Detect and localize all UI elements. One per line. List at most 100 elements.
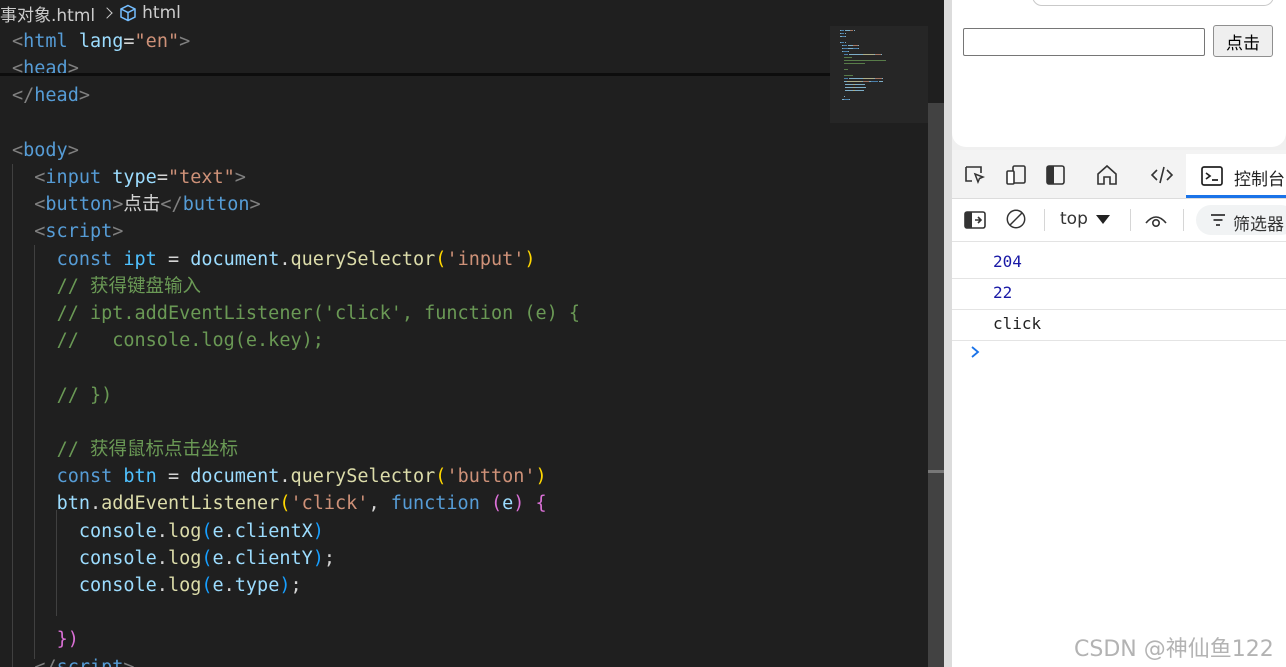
- caret-down-icon: [1095, 214, 1110, 224]
- code-line[interactable]: btn.addEventListener('click', function (…: [12, 490, 547, 517]
- code-token: .: [156, 547, 168, 569]
- code-token: .: [279, 248, 291, 270]
- tab-console-label: 控制台: [1234, 170, 1285, 190]
- code-line[interactable]: console.log(e.clientX): [12, 518, 324, 545]
- code-token: =: [156, 167, 168, 188]
- code-line[interactable]: // }): [12, 382, 113, 409]
- code-token: clientX: [234, 520, 313, 542]
- scrollbar-thumb[interactable]: [928, 103, 944, 667]
- code-token: button: [182, 194, 250, 216]
- code-token: (: [435, 466, 447, 488]
- code-line[interactable]: <body>: [12, 137, 79, 164]
- code-token: head: [34, 85, 79, 107]
- code-token: log: [167, 520, 202, 542]
- code-line[interactable]: // 获得鼠标点击坐标: [12, 436, 238, 463]
- code-line[interactable]: <script>: [12, 218, 123, 245]
- minimap-line: [858, 45, 859, 46]
- code-line[interactable]: <input type="text">: [12, 164, 246, 191]
- code-line[interactable]: const ipt = document.querySelector('inpu…: [12, 246, 536, 273]
- minimap-line: [843, 96, 846, 97]
- minimap-line: [882, 81, 884, 82]
- code-line[interactable]: // console.log(e.key);: [12, 327, 324, 354]
- breadcrumb-symbol[interactable]: html: [142, 3, 181, 23]
- indent-guide: [56, 510, 57, 616]
- page-viewport: 点击: [952, 0, 1286, 147]
- code-token: >: [179, 31, 191, 52]
- code-token: .: [89, 493, 102, 515]
- code-token: ,: [368, 493, 391, 515]
- breadcrumb: 事对象.html html: [0, 0, 830, 26]
- text-input[interactable]: [963, 28, 1205, 56]
- code-token: querySelector: [290, 248, 436, 270]
- address-bar[interactable]: [1032, 0, 1274, 6]
- code-token: >: [123, 657, 134, 667]
- code-token: .: [156, 520, 168, 542]
- code-token: .: [223, 520, 235, 542]
- code-line[interactable]: const btn = document.querySelector('butt…: [12, 463, 547, 490]
- code-token: e: [212, 575, 224, 596]
- minimap-line: [862, 54, 875, 55]
- dock-icon[interactable]: [1044, 164, 1068, 186]
- code-token: 'input': [446, 248, 525, 270]
- toolbar-separator: [1044, 209, 1045, 231]
- code-token: input: [45, 167, 102, 188]
- eye-icon[interactable]: [1144, 209, 1168, 231]
- code-line[interactable]: // ipt.addEventListener('click', functio…: [12, 300, 580, 327]
- code-token: ): [279, 575, 291, 596]
- code-token: >: [67, 139, 79, 161]
- sidebar-icon[interactable]: [963, 209, 987, 231]
- clear-icon[interactable]: [1004, 208, 1028, 230]
- inspect-icon[interactable]: [963, 164, 987, 186]
- home-icon[interactable]: [1095, 164, 1119, 186]
- code-token: querySelector: [290, 466, 436, 488]
- context-selector[interactable]: top: [1060, 209, 1110, 229]
- code-token: const: [56, 466, 113, 488]
- code-token: =: [156, 466, 191, 488]
- code-token: <: [34, 167, 46, 188]
- minimap-line: [843, 69, 849, 70]
- code-token: "text": [167, 167, 235, 188]
- code-line[interactable]: </head>: [12, 82, 90, 109]
- code-token: 点击: [123, 194, 161, 216]
- minimap[interactable]: [830, 26, 928, 667]
- code-line[interactable]: <button>点击</button>: [12, 191, 260, 218]
- click-button[interactable]: 点击: [1213, 25, 1273, 57]
- editor-scrollbar[interactable]: [928, 26, 944, 667]
- code-line[interactable]: <head>: [12, 55, 79, 82]
- console-prompt-icon[interactable]: [970, 346, 980, 358]
- code-token: // }): [56, 384, 113, 406]
- code-token: log: [167, 547, 202, 569]
- code-token: "en": [134, 31, 180, 52]
- code-line[interactable]: // 获得键盘输入: [12, 273, 201, 300]
- code-line[interactable]: </script>: [12, 654, 134, 667]
- device-icon[interactable]: [1004, 164, 1028, 186]
- breadcrumb-file[interactable]: 事对象.html: [0, 1, 95, 26]
- code-line[interactable]: }): [12, 626, 79, 653]
- code-token: <: [34, 221, 46, 243]
- filter-input[interactable]: 筛选器: [1196, 205, 1286, 235]
- code-line[interactable]: <html lang="en">: [12, 28, 190, 55]
- code-line[interactable]: console.log(e.clientY);: [12, 545, 335, 572]
- code-editor[interactable]: <html lang="en"> <head> </head> <body> <inp…: [0, 0, 944, 667]
- code-token: </: [12, 85, 35, 107]
- pane-divider[interactable]: [944, 0, 952, 667]
- code-token: ipt: [123, 248, 157, 270]
- tab-console[interactable]: 控制台: [1186, 154, 1286, 198]
- minimap-line: [853, 30, 855, 31]
- code-token: (: [435, 248, 447, 270]
- console-message: 22: [952, 279, 1286, 310]
- code-token: ;: [290, 575, 302, 596]
- code-token: >: [78, 85, 90, 107]
- code-token: body: [23, 139, 68, 161]
- elements-icon[interactable]: [1150, 164, 1174, 186]
- console-message: click: [952, 310, 1286, 341]
- code-token: e: [212, 547, 224, 569]
- code-token: clientY: [234, 547, 313, 569]
